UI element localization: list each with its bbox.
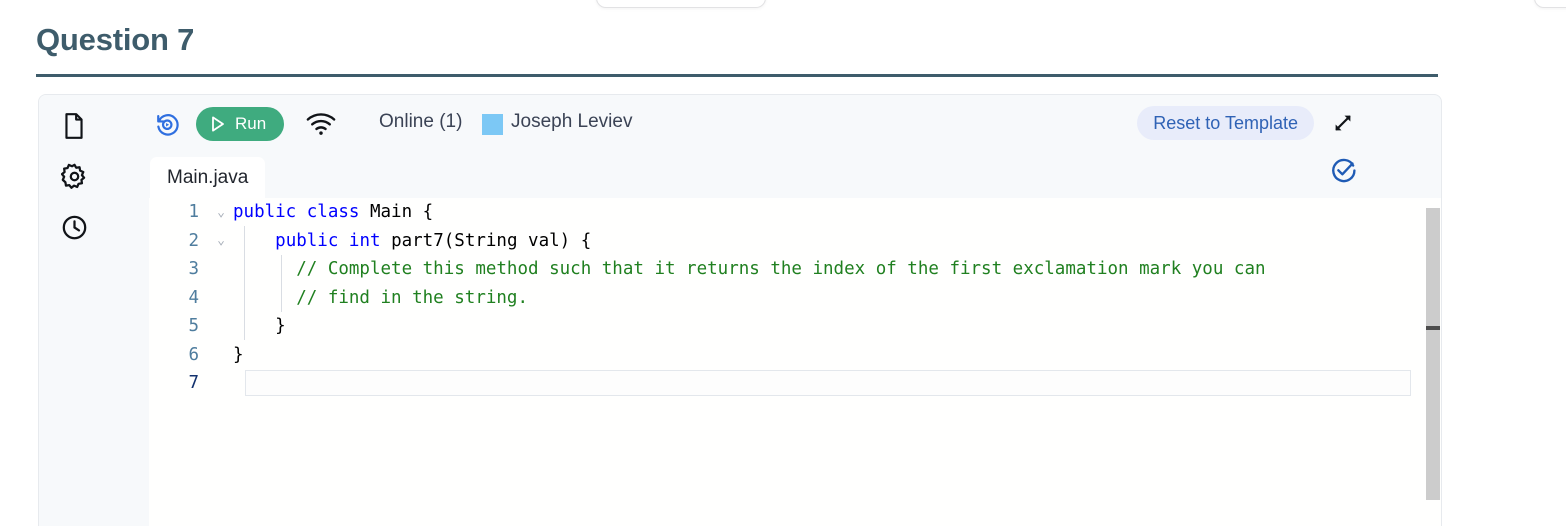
line-number: 5 (188, 316, 199, 336)
clipped-top-chrome-right (1534, 0, 1566, 8)
code-line[interactable]: 1 ⌄ public class Main { (149, 198, 1441, 227)
clipped-top-chrome-center (596, 0, 766, 8)
file-icon[interactable] (58, 110, 90, 142)
screen-root: Question 7 Run Online (1) Joseph Leviev … (0, 0, 1566, 526)
code-editor-panel: Run Online (1) Joseph Leviev Reset to Te… (38, 94, 1442, 526)
code-line[interactable]: 2 ⌄ public int part7(String val) { (149, 227, 1441, 256)
user-name-label: Joseph Leviev (511, 111, 633, 132)
code-text: // find in the string. (296, 287, 529, 308)
play-icon (209, 115, 226, 133)
editor-toolbar: Run Online (1) Joseph Leviev Reset to Te… (109, 95, 1441, 182)
code-editor[interactable]: 1 ⌄ public class Main { 2 ⌄ public int part7… (149, 198, 1441, 526)
run-button[interactable]: Run (196, 107, 285, 141)
scrollbar-thumb[interactable] (1426, 208, 1440, 500)
chevron-down-icon[interactable]: ⌄ (209, 234, 233, 247)
line-number: 4 (188, 287, 199, 308)
line-number: 6 (188, 344, 199, 365)
code-line[interactable]: 6} (149, 341, 1441, 370)
expand-arrows-icon[interactable] (1328, 108, 1358, 138)
line-number: 7 (188, 373, 199, 393)
line-number: 2 (188, 230, 199, 251)
code-line[interactable]: 3 // Complete this method such that it r… (149, 255, 1441, 284)
code-text: public class Main { (233, 202, 434, 222)
avatar (482, 114, 503, 135)
run-button-label: Run (235, 114, 267, 133)
code-text: } (233, 316, 286, 336)
code-line[interactable]: 7 (149, 369, 1441, 398)
line-number: 1 (188, 202, 199, 222)
code-text: public int part7(String val) { (275, 230, 592, 251)
code-lines[interactable]: 1 ⌄ public class Main { 2 ⌄ public int part7… (149, 198, 1441, 526)
code-line[interactable]: 4 // find in the string. (149, 284, 1441, 313)
chevron-down-icon[interactable]: ⌄ (209, 206, 233, 219)
indent-guide (281, 255, 282, 312)
online-status-label: Online (1) (379, 111, 463, 132)
reset-to-template-button[interactable]: Reset to Template (1137, 106, 1314, 140)
code-text: // Complete this method such that it ret… (296, 259, 1266, 279)
code-text: } (233, 344, 244, 365)
wifi-icon (306, 111, 336, 137)
scrollbar-position-marker (1426, 326, 1440, 330)
indent-guide (244, 226, 245, 340)
file-tab-main-java[interactable]: Main.java (150, 157, 266, 198)
clock-icon[interactable] (58, 211, 90, 243)
editor-vertical-scrollbar[interactable] (1426, 198, 1440, 526)
gear-icon[interactable] (58, 160, 90, 192)
undo-revert-icon[interactable] (151, 108, 183, 140)
file-tab-strip: Main.java (109, 157, 1441, 198)
code-line[interactable]: 5 } (149, 312, 1441, 341)
editor-side-rail (39, 95, 109, 526)
title-divider (36, 74, 1438, 77)
page-title: Question 7 (36, 22, 195, 57)
line-number: 3 (188, 259, 199, 279)
